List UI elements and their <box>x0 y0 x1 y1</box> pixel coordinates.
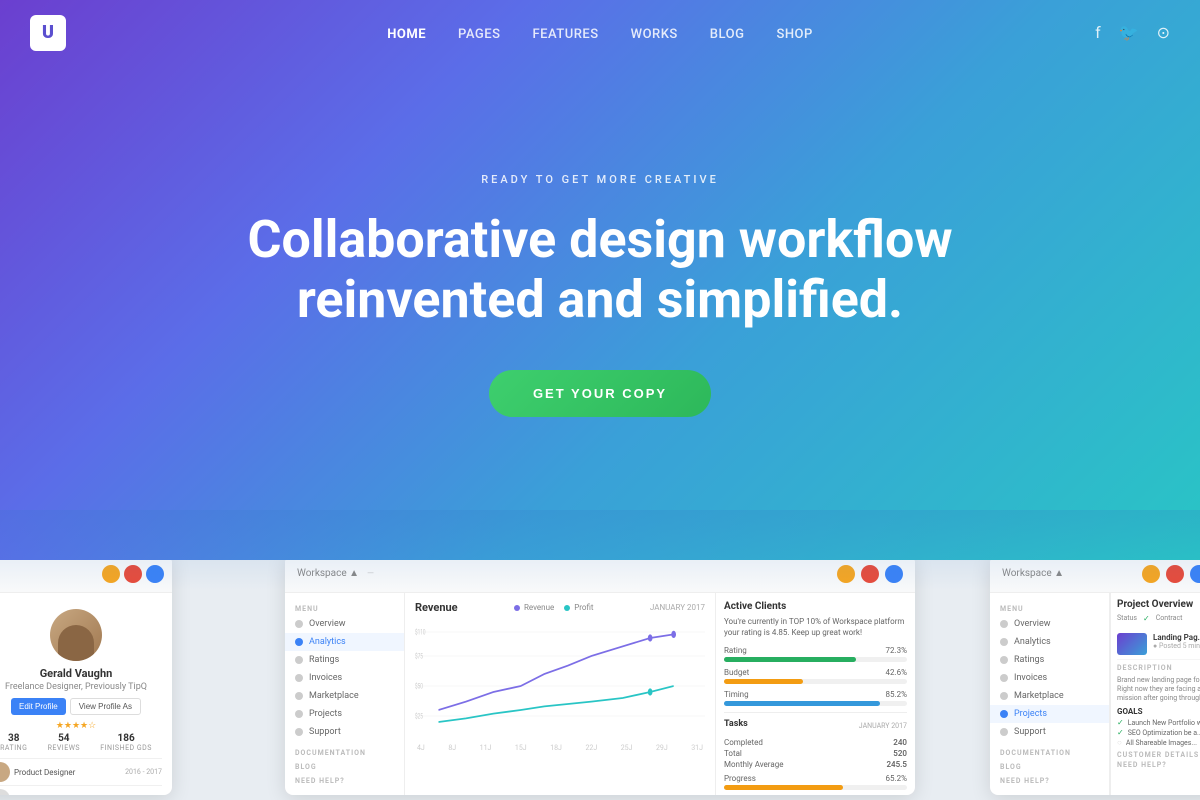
profile-item-2: Inven 2015 <box>0 785 162 795</box>
edit-profile-button[interactable]: Edit Profile <box>11 698 66 715</box>
stat-reviews: 54 REVIEWS <box>48 733 81 752</box>
user-icon[interactable]: ⊙ <box>1157 23 1170 42</box>
sidebar-ratings[interactable]: Ratings <box>285 651 404 669</box>
analytics-dot-blue <box>885 565 903 583</box>
ws-sidebar-support[interactable]: Support <box>990 723 1109 741</box>
header: U HOME PAGES FEATURES WORKS BLOG SHOP f … <box>0 0 1200 65</box>
metric-timing: Timing 85.2% <box>724 690 907 706</box>
workspace-card-header: Workspace ▲ <box>990 560 1200 593</box>
profile-stats: 38 RATING 54 REVIEWS 186 FINISHED GDS <box>0 733 162 752</box>
svg-text:$110: $110 <box>415 628 426 636</box>
avatar <box>50 609 102 661</box>
po-status-row: Status ✓ Contract <box>1117 614 1200 623</box>
analytics-sidebar: MENU Overview Analytics Ratings Invoices… <box>285 593 405 795</box>
stat-rating: 38 RATING <box>0 733 27 752</box>
nav-works[interactable]: WORKS <box>631 27 678 42</box>
ws-sidebar-marketplace[interactable]: Marketplace <box>990 687 1109 705</box>
sidebar-overview[interactable]: Overview <box>285 615 404 633</box>
task-total: Total 520 <box>724 748 907 759</box>
nav-features[interactable]: FEATURES <box>532 27 598 42</box>
sidebar-analytics[interactable]: Analytics <box>285 633 404 651</box>
analytics-card-header: Workspace ▲ — <box>285 560 915 593</box>
sidebar-marketplace[interactable]: Marketplace <box>285 687 404 705</box>
analytics-card-body: MENU Overview Analytics Ratings Invoices… <box>285 593 915 795</box>
revenue-chart: $110 $75 $50 $25 <box>415 620 705 740</box>
workspace-card-body: MENU Overview Analytics Ratings Invoices… <box>990 593 1200 795</box>
goal-2: ✓ SEO Optimization be a... <box>1117 728 1200 737</box>
profile-card: Gerald Vaughn Freelance Designer, Previo… <box>0 560 172 795</box>
profile-buttons: Edit Profile View Profile As <box>0 698 162 715</box>
workspace-card: Workspace ▲ MENU Overview Analytics Rati… <box>990 560 1200 795</box>
profile-name: Gerald Vaughn <box>0 667 162 680</box>
logo[interactable]: U <box>30 15 66 51</box>
workspace-sidebar: MENU Overview Analytics Ratings Invoices… <box>990 593 1110 795</box>
dot-red <box>124 565 142 583</box>
profile-card-body: Gerald Vaughn Freelance Designer, Previo… <box>0 593 172 795</box>
project-thumbnail <box>1117 633 1147 655</box>
workspace-dot-orange <box>1142 565 1160 583</box>
ws-sidebar-analytics[interactable]: Analytics <box>990 633 1109 651</box>
rating-stars: ★★★★☆ <box>0 721 162 731</box>
goal-1: ✓ Launch New Portfolio w... <box>1117 718 1200 727</box>
sidebar-invoices[interactable]: Invoices <box>285 669 404 687</box>
nav: HOME PAGES FEATURES WORKS BLOG SHOP <box>387 23 813 42</box>
profile-title: Freelance Designer, Previously TipQ <box>0 682 162 692</box>
metric-rating: Rating 72.3% <box>724 646 907 662</box>
active-clients-panel: Active Clients You're currently in TOP 1… <box>715 593 915 795</box>
view-profile-button[interactable]: View Profile As <box>70 698 141 715</box>
nav-shop[interactable]: SHOP <box>776 27 812 42</box>
svg-text:$25: $25 <box>415 712 423 720</box>
task-completed: Completed 240 <box>724 737 907 748</box>
goal-3: ○ All Shareable Images... <box>1117 738 1200 747</box>
analytics-dot-red <box>861 565 879 583</box>
twitter-icon[interactable]: 🐦 <box>1119 23 1139 42</box>
tasks-section: Tasks JANUARY 2017 Completed 240 Total 5… <box>724 712 907 790</box>
analytics-chart-area: Revenue Revenue Profit JANUARY 2017 $110 <box>405 593 715 795</box>
svg-text:$50: $50 <box>415 682 423 690</box>
ws-sidebar-overview[interactable]: Overview <box>990 615 1109 633</box>
ws-sidebar-ratings[interactable]: Ratings <box>990 651 1109 669</box>
analytics-dot-orange <box>837 565 855 583</box>
sidebar-support[interactable]: Support <box>285 723 404 741</box>
chart-x-labels: 4J 8J 11J 15J 18J 22J 25J 29J 31J <box>415 744 705 752</box>
dashboard-area: Gerald Vaughn Freelance Designer, Previo… <box>0 560 1200 800</box>
svg-text:$75: $75 <box>415 652 423 660</box>
metric-budget: Budget 42.6% <box>724 668 907 684</box>
hero-title: Collaborative design workflow reinvented… <box>247 210 952 330</box>
ws-sidebar-invoices[interactable]: Invoices <box>990 669 1109 687</box>
hero-subtitle: READY TO GET MORE CREATIVE <box>481 173 719 186</box>
sidebar-projects[interactable]: Projects <box>285 705 404 723</box>
ws-sidebar-projects[interactable]: Projects <box>990 705 1109 723</box>
project-overview-panel: Project Overview Status ✓ Contract Landi… <box>1110 593 1200 795</box>
chart-legend: Revenue Profit <box>514 603 594 612</box>
dot-blue <box>146 565 164 583</box>
facebook-icon[interactable]: f <box>1095 23 1101 42</box>
workspace-dot-red <box>1166 565 1184 583</box>
profile-card-header <box>0 560 172 593</box>
project-item: Landing Pag... ● Posted 5 min <box>1117 629 1200 660</box>
analytics-card: Workspace ▲ — MENU Overview Analytics <box>285 560 915 795</box>
profile-item-1: Product Designer 2016 - 2017 <box>0 758 162 785</box>
cta-button[interactable]: GET YOUR COPY <box>489 370 711 417</box>
stat-finished: 186 FINISHED GDS <box>100 733 152 752</box>
nav-blog[interactable]: BLOG <box>710 27 745 42</box>
workspace-dot-blue <box>1190 565 1200 583</box>
nav-pages[interactable]: PAGES <box>458 27 500 42</box>
social-icons: f 🐦 ⊙ <box>1095 23 1170 42</box>
nav-home[interactable]: HOME <box>387 27 426 42</box>
task-monthly: Monthly Average 245.5 <box>724 759 907 770</box>
hero-section: U HOME PAGES FEATURES WORKS BLOG SHOP f … <box>0 0 1200 560</box>
dot-orange <box>102 565 120 583</box>
